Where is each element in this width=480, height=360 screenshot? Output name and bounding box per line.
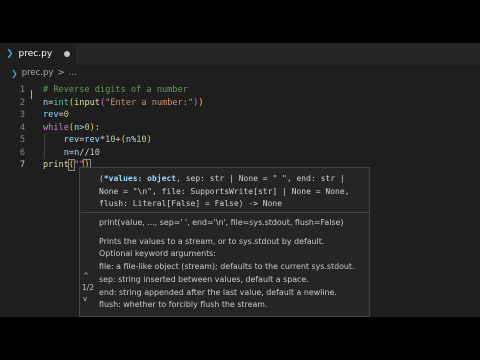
- python-file-icon: ❯: [11, 68, 18, 78]
- chevron-up-icon[interactable]: ^: [83, 272, 89, 280]
- code-line-4[interactable]: 4 while(n>0):: [0, 122, 480, 135]
- line-number: 2: [19, 97, 25, 108]
- signature-text: (*values: object, sep: str | None = " ",…: [99, 174, 355, 208]
- code-line-5[interactable]: 5 rev=rev*10+(n%10): [0, 134, 480, 147]
- tab-bar: ❯ prec.py: [0, 43, 480, 65]
- doc-line: end: string appended after the last valu…: [99, 287, 337, 297]
- doc-line: flush: whether to forcibly flush the str…: [99, 300, 268, 310]
- code-text: rev=rev*10+(n%10): [63, 135, 152, 145]
- indent-guide: [44, 134, 45, 159]
- breadcrumb-file[interactable]: prec.py: [22, 68, 54, 78]
- line-number: 4: [19, 122, 25, 133]
- line-number: 5: [19, 135, 25, 145]
- doc-line: file: a file-like object (stream); defau…: [99, 262, 355, 272]
- code-line-3[interactable]: 3 rev=0: [0, 109, 480, 122]
- signature-help-popup[interactable]: (*values: object, sep: str | None = " ",…: [79, 167, 370, 317]
- popup-divider: [81, 212, 369, 213]
- line-number: 6: [19, 147, 25, 158]
- doc-line: Optional keyword arguments:: [99, 249, 216, 259]
- letterbox-bottom: [0, 317, 480, 360]
- breadcrumb: ❯ prec.py > ...: [0, 65, 480, 81]
- breadcrumb-separator: >: [57, 68, 65, 78]
- code-text: rev=0: [43, 110, 69, 120]
- code-text: while(n>0):: [43, 122, 100, 133]
- chevron-down-icon[interactable]: v: [83, 295, 87, 303]
- code-text: # Reverse digits of a number: [43, 85, 188, 95]
- doc-line: Prints the values to a stream, or to sys…: [99, 236, 325, 246]
- code-line-1[interactable]: 1 # Reverse digits of a number: [0, 84, 480, 97]
- doc-line: print(value, ..., sep=' ', end='\n', fil…: [99, 218, 344, 227]
- line-number: 1: [19, 85, 25, 95]
- code-text: n=n//10: [63, 147, 100, 158]
- code-line-6[interactable]: 6 n=n//10: [0, 147, 480, 160]
- doc-line: sep: string inserted between values, def…: [99, 274, 309, 284]
- unsaved-dot-icon[interactable]: [64, 51, 70, 57]
- code-line-2[interactable]: 2 n=int(input("Enter a number:")): [0, 97, 480, 110]
- signature-docs: print(value, ..., sep=' ', end='\n', fil…: [99, 217, 367, 312]
- python-file-icon: ❯: [6, 49, 14, 59]
- line-number: 7: [19, 160, 25, 170]
- tab-label: prec.py: [18, 49, 53, 59]
- overload-counter: 1/2: [82, 283, 95, 292]
- tab-prec-py[interactable]: ❯ prec.py: [0, 43, 76, 65]
- code-text: n=int(input("Enter a number:")): [43, 97, 204, 108]
- breadcrumb-more[interactable]: ...: [69, 68, 77, 78]
- letterbox-top: [0, 0, 480, 43]
- line-number: 3: [19, 110, 25, 120]
